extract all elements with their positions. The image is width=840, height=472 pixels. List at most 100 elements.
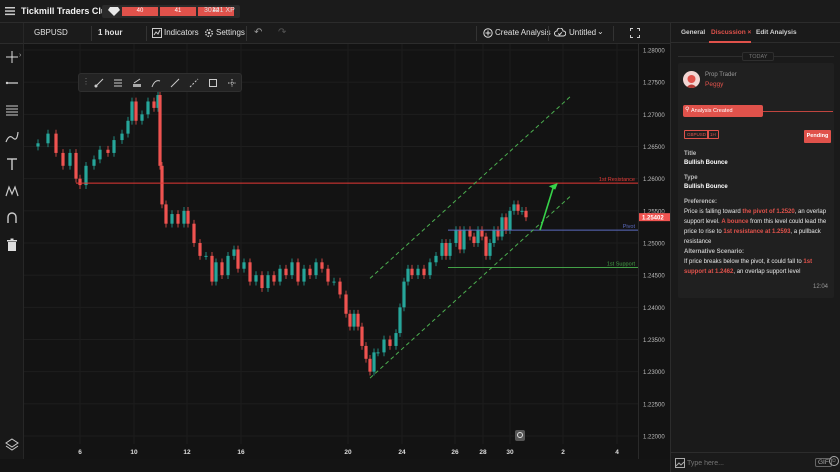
price-axis[interactable]: 1.28000 1.27500 1.27000 1.26500 1.26000 1.255… bbox=[638, 44, 671, 459]
fibonacci-icon bbox=[6, 105, 18, 116]
symbol-tag: GBPUSD bbox=[684, 130, 710, 139]
candle-body bbox=[248, 262, 252, 282]
divider bbox=[548, 26, 549, 41]
xp-total: 30141 XP bbox=[204, 7, 235, 14]
candle-body bbox=[332, 281, 336, 283]
candle-body bbox=[458, 230, 462, 250]
layers-tool[interactable] bbox=[3, 435, 21, 453]
candle-body bbox=[440, 243, 444, 256]
tab-general[interactable]: General bbox=[681, 29, 705, 36]
delete-tool[interactable] bbox=[3, 236, 21, 254]
support-label: 1st Support bbox=[607, 261, 636, 267]
candle-body bbox=[210, 255, 214, 282]
pref-text-1: Price is falling toward bbox=[684, 209, 743, 215]
candle-body bbox=[314, 262, 318, 276]
candle-body bbox=[302, 268, 306, 282]
magnet-tool[interactable] bbox=[3, 209, 21, 227]
candle-body bbox=[348, 313, 352, 327]
drag-handle-icon[interactable]: ⋮ bbox=[82, 77, 90, 86]
time-tick-label: 10 bbox=[130, 449, 138, 456]
candle-body bbox=[356, 313, 360, 327]
symbol-select[interactable]: GBPUSD bbox=[34, 28, 68, 37]
candle-body bbox=[220, 262, 224, 276]
rectangle-icon[interactable] bbox=[207, 77, 219, 89]
chevron-down-icon[interactable]: ⌄ bbox=[597, 27, 604, 36]
time-tick-label: 28 bbox=[479, 449, 487, 456]
ruler-icon[interactable] bbox=[188, 77, 200, 89]
tab-discussion[interactable]: Discussion × bbox=[711, 29, 751, 36]
alt-text-2: , an overlap support level bbox=[733, 269, 801, 275]
candle-body bbox=[146, 101, 150, 115]
candle-body bbox=[152, 101, 156, 108]
price-chart: 6 10 12 16 20 24 26 28 30 2 41st ResistancePivot1s… bbox=[24, 44, 638, 456]
brush-icon[interactable] bbox=[93, 77, 105, 89]
redo-icon[interactable]: ↷ bbox=[278, 27, 286, 38]
candle-body bbox=[92, 159, 96, 166]
candle-body bbox=[422, 268, 426, 276]
candle-body bbox=[512, 204, 516, 211]
candle-body bbox=[428, 262, 432, 276]
expand-arrow-icon[interactable]: › bbox=[19, 52, 21, 59]
price-tick-label: 1.24000 bbox=[643, 306, 665, 312]
curve-icon[interactable] bbox=[150, 77, 162, 89]
reply-input[interactable] bbox=[687, 457, 797, 469]
chart-canvas[interactable]: 6 10 12 16 20 24 26 28 30 2 4 1st Resistance Pivot 1s… bbox=[24, 44, 638, 459]
candle-body bbox=[320, 262, 324, 269]
pref-highlight-pivot: the pivot of 1.2520 bbox=[742, 209, 795, 215]
undo-icon[interactable]: ↶ bbox=[254, 27, 262, 38]
price-axis-labels: 1.280001.275001.270001.265001.260001.255… bbox=[639, 49, 671, 441]
alternative-text: If price breaks below the pivot, it coul… bbox=[684, 257, 830, 277]
tab-edit-analysis[interactable]: Edit Analysis bbox=[756, 29, 797, 36]
candle-body bbox=[232, 249, 236, 256]
layout-name[interactable]: Untitled bbox=[569, 28, 596, 37]
bottom-bar bbox=[0, 459, 670, 472]
pattern-tool[interactable] bbox=[3, 182, 21, 200]
time-tick-label: 26 bbox=[451, 449, 459, 456]
candle-body bbox=[520, 210, 524, 212]
text-tool[interactable] bbox=[3, 155, 21, 173]
pattern-icon bbox=[5, 185, 19, 197]
chart-toolbar: GBPUSD 1 hour Indicators Settings ↶ ↷ Cr… bbox=[24, 23, 670, 44]
line-icon[interactable] bbox=[169, 77, 181, 89]
indicators-button[interactable]: Indicators bbox=[164, 28, 199, 37]
title-label: Title bbox=[684, 151, 697, 157]
candle-body bbox=[338, 281, 342, 295]
crosshair-small-icon[interactable] bbox=[226, 77, 238, 89]
price-tick-label: 1.22500 bbox=[643, 402, 665, 408]
pivot-label: Pivot bbox=[623, 224, 636, 230]
left-toolbar-header bbox=[0, 23, 24, 44]
indicators-icon bbox=[152, 28, 162, 38]
type-value: Bullish Bounce bbox=[684, 184, 728, 190]
create-analysis-button[interactable]: Create Analysis bbox=[495, 28, 551, 37]
gear-icon bbox=[205, 29, 213, 37]
lines-icon[interactable] bbox=[112, 77, 124, 89]
candle-body bbox=[272, 275, 276, 282]
emoji-icon[interactable]: ☺ bbox=[829, 456, 839, 466]
close-icon[interactable]: × bbox=[748, 29, 752, 36]
horizontal-line-tool[interactable] bbox=[3, 74, 21, 92]
candle-body bbox=[516, 204, 520, 211]
fill-icon[interactable] bbox=[131, 77, 143, 89]
fullscreen-icon[interactable] bbox=[630, 28, 640, 38]
interval-select[interactable]: 1 hour bbox=[98, 28, 122, 37]
candle-body bbox=[236, 249, 240, 269]
candle-body bbox=[98, 149, 102, 160]
candle-body bbox=[204, 255, 208, 257]
horizontal-line-icon bbox=[5, 81, 18, 85]
author-name[interactable]: Peggy bbox=[705, 81, 723, 88]
candle-body bbox=[376, 352, 380, 354]
price-tick-label: 1.22000 bbox=[643, 435, 665, 441]
settings-button[interactable]: Settings bbox=[216, 28, 245, 37]
time-tick-label: 6 bbox=[78, 449, 82, 456]
candle-body bbox=[61, 152, 65, 166]
brush-tool[interactable] bbox=[3, 128, 21, 146]
candle-body bbox=[476, 230, 480, 243]
image-icon[interactable] bbox=[675, 458, 685, 468]
candle-body bbox=[214, 262, 218, 282]
fib-tool[interactable] bbox=[3, 101, 21, 119]
menu-icon[interactable] bbox=[4, 5, 16, 17]
tab-discussion-label: Discussion bbox=[711, 29, 746, 36]
candle-body bbox=[74, 152, 78, 179]
price-tick-label: 1.26500 bbox=[643, 145, 665, 151]
channel-upper bbox=[369, 94, 573, 279]
